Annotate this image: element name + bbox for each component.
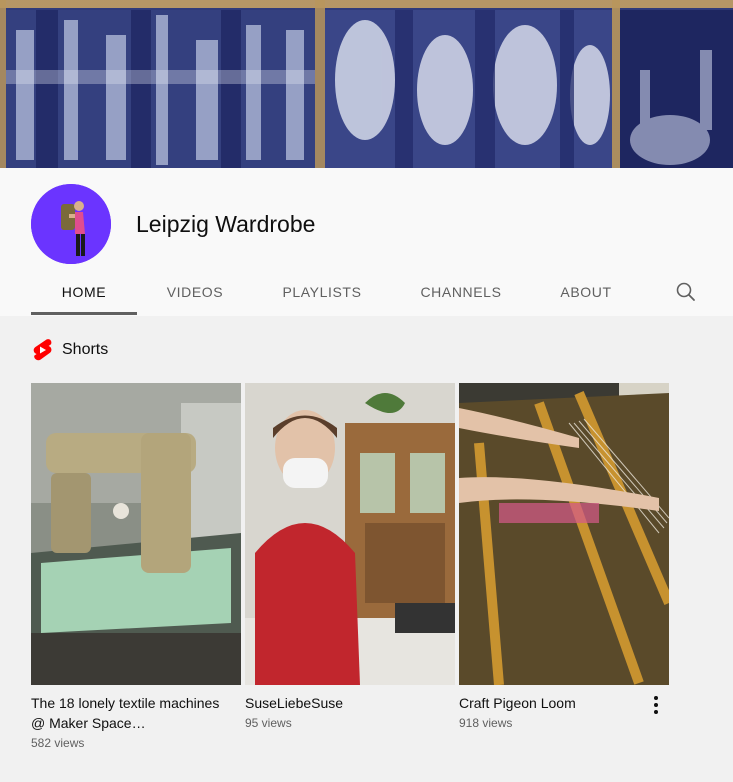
tab-channels[interactable]: CHANNELS bbox=[408, 268, 514, 315]
short-views: 582 views bbox=[31, 736, 85, 750]
channel-name: Leipzig Wardrobe bbox=[136, 211, 316, 237]
short-thumbnail[interactable] bbox=[459, 383, 669, 685]
channel-avatar[interactable] bbox=[31, 184, 111, 264]
banner-fabric-middle bbox=[325, 10, 612, 168]
channel-header: Leipzig Wardrobe HOME VIDEOS PLAYLISTS C… bbox=[0, 168, 733, 316]
shorts-section-header: Shorts bbox=[31, 337, 108, 363]
short-title[interactable]: Craft Pigeon Loom bbox=[459, 693, 649, 713]
search-icon bbox=[676, 282, 695, 301]
channel-tabs: HOME VIDEOS PLAYLISTS CHANNELS ABOUT bbox=[0, 268, 733, 315]
short-thumbnail[interactable] bbox=[31, 383, 241, 685]
short-views: 918 views bbox=[459, 716, 513, 730]
more-actions-button[interactable] bbox=[648, 693, 664, 717]
short-card[interactable]: The 18 lonely textile machines @ Maker S… bbox=[31, 383, 241, 750]
tab-videos[interactable]: VIDEOS bbox=[150, 268, 240, 315]
shorts-logo-icon bbox=[33, 339, 52, 361]
shorts-section-title: Shorts bbox=[62, 341, 109, 358]
tab-about[interactable]: ABOUT bbox=[548, 268, 624, 315]
short-card[interactable]: Craft Pigeon Loom 918 views bbox=[459, 383, 669, 730]
short-views: 95 views bbox=[245, 716, 292, 730]
channel-banner bbox=[0, 0, 733, 168]
tab-home[interactable]: HOME bbox=[31, 268, 137, 315]
search-button[interactable] bbox=[672, 278, 700, 306]
short-title[interactable]: SuseLiebeSuse bbox=[245, 693, 435, 713]
short-card[interactable]: SuseLiebeSuse 95 views bbox=[245, 383, 455, 730]
short-title[interactable]: The 18 lonely textile machines @ Maker S… bbox=[31, 693, 221, 733]
more-vert-icon bbox=[654, 696, 658, 714]
tab-playlists[interactable]: PLAYLISTS bbox=[270, 268, 374, 315]
banner-fabric-left bbox=[6, 10, 315, 168]
short-thumbnail[interactable] bbox=[245, 383, 455, 685]
banner-fabric-right bbox=[620, 10, 733, 168]
